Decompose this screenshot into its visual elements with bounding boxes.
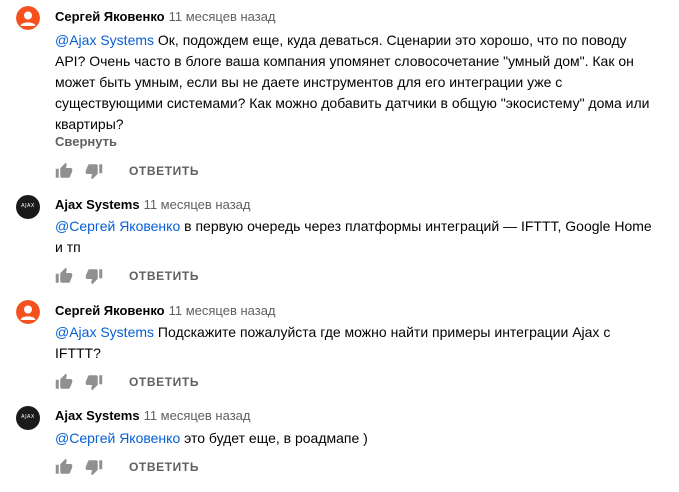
comment-time[interactable]: 11 месяцев назад: [144, 197, 251, 212]
reply-button[interactable]: ОТВЕТИТЬ: [129, 164, 199, 178]
thumbs-down-icon[interactable]: [85, 373, 103, 391]
avatar[interactable]: [16, 300, 40, 324]
reply-button[interactable]: ОТВЕТИТЬ: [129, 375, 199, 389]
ajax-logo: AJAX: [21, 203, 35, 209]
thumbs-down-icon[interactable]: [85, 458, 103, 476]
comment-header: Ajax Systems 11 месяцев назад: [55, 407, 250, 425]
author-name[interactable]: Сергей Яковенко: [55, 303, 165, 318]
thumbs-down-icon[interactable]: [85, 267, 103, 285]
comment-text: @Ajax Systems Ок, подождем еще, куда дев…: [55, 30, 655, 135]
author-name[interactable]: Ajax Systems: [55, 408, 140, 423]
thumbs-up-icon[interactable]: [55, 458, 73, 476]
thumbs-down-icon[interactable]: [85, 162, 103, 180]
comment-time[interactable]: 11 месяцев назад: [144, 408, 251, 423]
author-name[interactable]: Сергей Яковенко: [55, 9, 165, 24]
comment-time[interactable]: 11 месяцев назад: [169, 9, 276, 24]
user-orange-icon: [16, 300, 40, 324]
comment-header: Ajax Systems 11 месяцев назад: [55, 196, 250, 214]
mention-link[interactable]: @Ajax Systems: [55, 324, 154, 340]
comment-text: @Сергей Яковенко в первую очередь через …: [55, 216, 655, 258]
avatar[interactable]: AJAX: [16, 195, 40, 219]
avatar[interactable]: [16, 6, 40, 30]
comment-text: @Ajax Systems Подскажите пожалуйста где …: [55, 322, 655, 364]
mention-link[interactable]: @Сергей Яковенко: [55, 430, 180, 446]
user-orange-icon: [16, 6, 40, 30]
ajax-logo: AJAX: [21, 414, 35, 420]
comment-header: Сергей Яковенко 11 месяцев назад: [55, 8, 276, 26]
comment-text: @Сергей Яковенко это будет еще, в роадма…: [55, 428, 655, 449]
author-name[interactable]: Ajax Systems: [55, 197, 140, 212]
mention-link[interactable]: @Ajax Systems: [55, 32, 154, 48]
mention-link[interactable]: @Сергей Яковенко: [55, 218, 180, 234]
comment-header: Сергей Яковенко 11 месяцев назад: [55, 302, 276, 320]
comment-time[interactable]: 11 месяцев назад: [169, 303, 276, 318]
thumbs-up-icon[interactable]: [55, 162, 73, 180]
thumbs-up-icon[interactable]: [55, 267, 73, 285]
collapse-button[interactable]: Свернуть: [55, 134, 117, 149]
reply-button[interactable]: ОТВЕТИТЬ: [129, 460, 199, 474]
avatar[interactable]: AJAX: [16, 406, 40, 430]
thumbs-up-icon[interactable]: [55, 373, 73, 391]
comment-body: это будет еще, в роадмапе ): [180, 430, 368, 446]
reply-button[interactable]: ОТВЕТИТЬ: [129, 269, 199, 283]
